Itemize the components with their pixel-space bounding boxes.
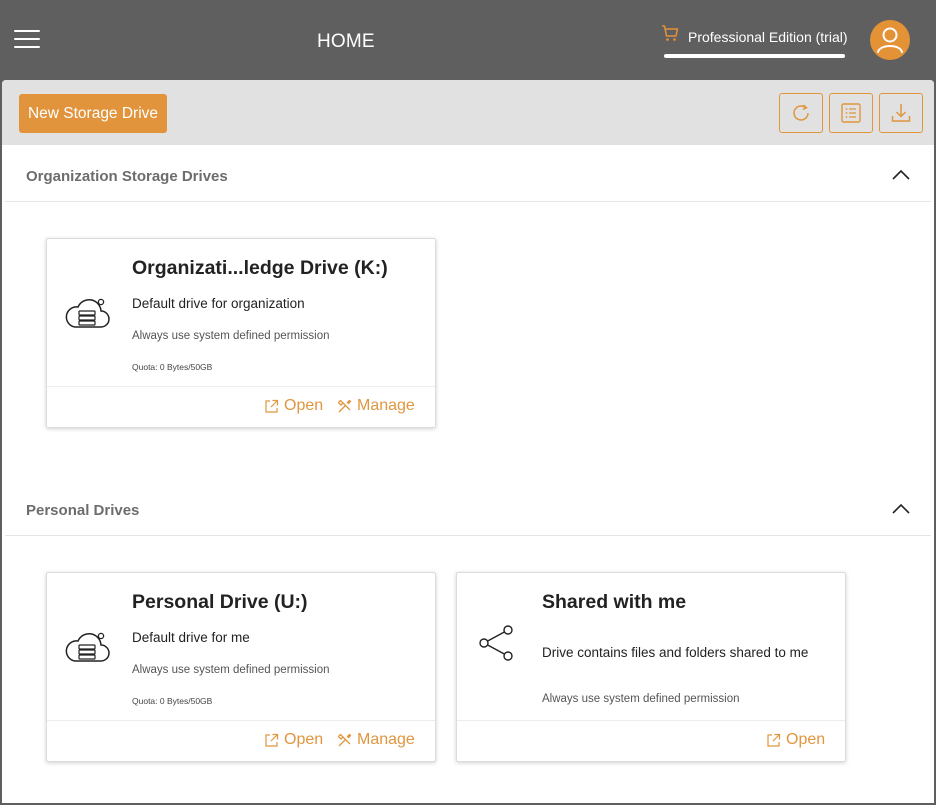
card-footer: Open Manage	[47, 386, 435, 428]
open-label: Open	[786, 731, 826, 748]
manage-link[interactable]: Manage	[337, 731, 415, 749]
card-footer: Open Manage	[47, 720, 435, 762]
external-link-icon	[265, 399, 279, 413]
user-icon	[877, 27, 903, 53]
manage-label: Manage	[357, 731, 415, 748]
download-button[interactable]	[879, 93, 923, 133]
section-title: Personal Drives	[26, 502, 140, 519]
card-title: Personal Drive (U:)	[132, 591, 308, 613]
card-footer: Open	[457, 720, 845, 762]
edition-label: Professional Edition (trial)	[688, 29, 848, 45]
card-permission: Always use system defined permission	[132, 664, 330, 676]
section-title: Organization Storage Drives	[26, 168, 228, 185]
card-title: Shared with me	[542, 591, 687, 613]
chevron-up-icon[interactable]	[890, 501, 912, 515]
card-description: Default drive for me	[132, 630, 250, 645]
card-permission: Always use system defined permission	[132, 330, 330, 342]
download-icon	[891, 104, 911, 122]
edition-link[interactable]: Professional Edition (trial)	[660, 22, 848, 60]
app-window: HOME Professional Edition (trial) New St…	[0, 0, 936, 805]
card-description: Default drive for organization	[132, 296, 305, 311]
open-link[interactable]: Open	[264, 397, 323, 415]
page-title: HOME	[317, 31, 375, 52]
external-link-icon	[767, 733, 781, 747]
section-header-personal: Personal Drives	[5, 479, 931, 536]
main-panel: New Storage Drive Organization Storage D…	[2, 80, 934, 803]
toolbar: New Storage Drive	[2, 80, 934, 145]
drive-card-organization: Organizati...ledge Drive (K:) Default dr…	[46, 238, 436, 428]
edition-underline	[664, 54, 845, 58]
refresh-button[interactable]	[779, 93, 823, 133]
open-label: Open	[284, 731, 324, 748]
manage-link[interactable]: Manage	[337, 397, 415, 415]
tools-icon	[337, 399, 352, 412]
list-view-button[interactable]	[829, 93, 873, 133]
card-permission: Always use system defined permission	[542, 693, 740, 705]
manage-label: Manage	[357, 397, 415, 414]
section-header-organization: Organization Storage Drives	[5, 145, 931, 202]
drive-card-shared: Shared with me Drive contains files and …	[456, 572, 846, 762]
share-icon	[479, 625, 513, 661]
refresh-icon	[793, 104, 809, 121]
cloud-drive-icon	[65, 632, 110, 662]
cart-icon	[662, 25, 679, 41]
new-storage-drive-button[interactable]: New Storage Drive	[19, 94, 167, 133]
card-title: Organizati...ledge Drive (K:)	[132, 257, 388, 279]
open-link[interactable]: Open	[264, 731, 323, 749]
hamburger-menu-icon[interactable]	[14, 29, 40, 49]
chevron-up-icon[interactable]	[890, 167, 912, 181]
top-header: HOME Professional Edition (trial)	[0, 0, 936, 80]
cloud-drive-icon	[65, 298, 110, 328]
external-link-icon	[265, 733, 279, 747]
open-link[interactable]: Open	[766, 731, 825, 749]
tools-icon	[337, 733, 352, 746]
card-quota: Quota: 0 Bytes/50GB	[132, 696, 213, 706]
card-quota: Quota: 0 Bytes/50GB	[132, 362, 213, 372]
card-description: Drive contains files and folders shared …	[542, 645, 809, 660]
list-icon	[841, 103, 861, 123]
drive-card-personal: Personal Drive (U:) Default drive for me…	[46, 572, 436, 762]
open-label: Open	[284, 397, 324, 414]
user-avatar[interactable]	[870, 20, 910, 60]
